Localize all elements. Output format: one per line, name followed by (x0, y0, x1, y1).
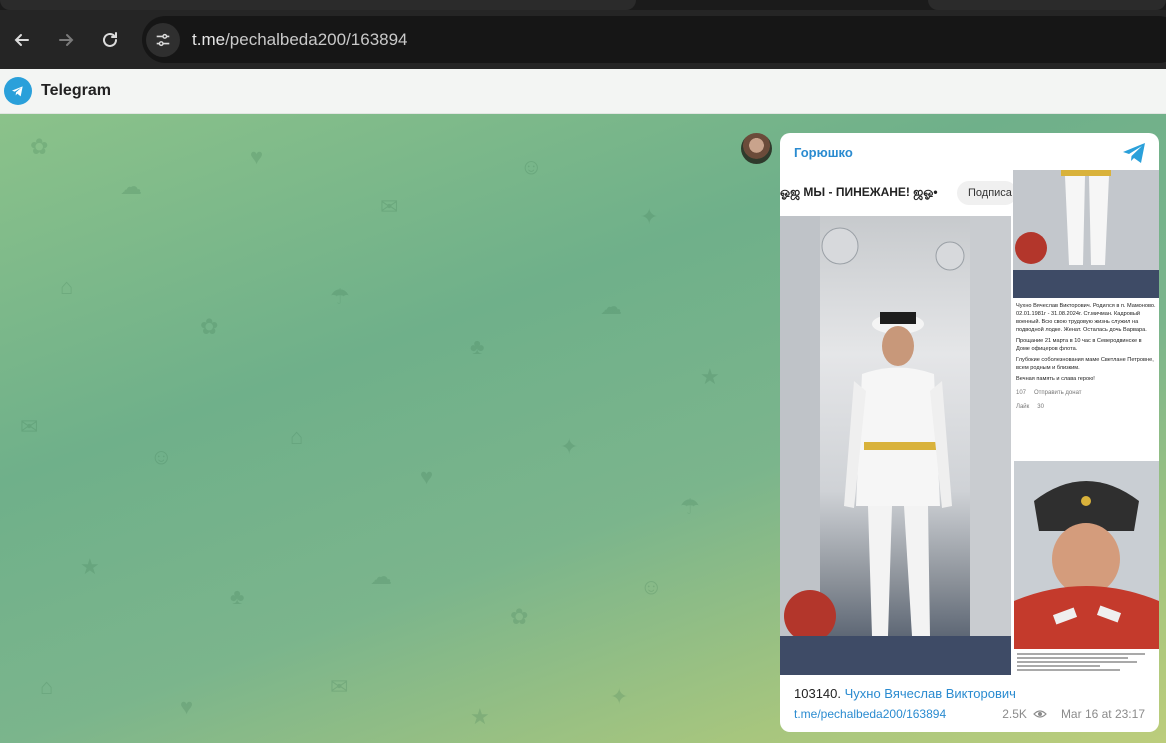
doc-actions-2: Лайк 30 (1016, 403, 1156, 411)
doodle-icon: ✉ (330, 674, 349, 699)
active-tab[interactable] (0, 0, 636, 10)
subscribe-button: Подписа (957, 181, 1017, 205)
doodle-icon: ★ (470, 704, 490, 729)
source-title: ஓஜ МЫ - ПИНЕЖАНЕ! ஜஓ• (780, 185, 938, 199)
doodle-icon: ⌂ (40, 674, 54, 699)
doodle-icon: ★ (80, 554, 100, 579)
obituary-text: Чухно Вячеслав Викторович. Родился в п. … (1013, 298, 1159, 458)
main-photo (780, 216, 1011, 675)
doodle-icon: ☺ (520, 154, 543, 179)
url-path: /pechalbeda200/163894 (225, 29, 408, 49)
post-card: Горюшко ஓஜ МЫ - ПИНЕЖАНЕ! ஜஓ• Подписа Чу… (780, 133, 1159, 732)
doodle-icon: ⌂ (60, 274, 74, 299)
doc-actions: 107 Отправить донат (1016, 389, 1156, 397)
caption-number: 103140. (794, 686, 841, 701)
doodle-icon: ✉ (20, 414, 39, 439)
post-author[interactable]: Горюшко (794, 145, 853, 160)
right-top-photo (1013, 170, 1159, 298)
doodle-icon: ✦ (610, 684, 629, 709)
doodle-icon: ♣ (470, 334, 485, 359)
reload-button[interactable] (88, 18, 132, 62)
doodle-icon: ☁ (600, 294, 622, 319)
portrait-caption-lines (1014, 651, 1159, 675)
post-caption: 103140. Чухно Вячеслав Викторович (794, 686, 1016, 701)
post-link[interactable]: t.me/pechalbeda200/163894 (794, 707, 946, 721)
tab-strip (0, 0, 1166, 10)
post-date[interactable]: Mar 16 at 23:17 (1061, 707, 1145, 721)
arrow-left-icon (14, 33, 29, 46)
right-bottom-photo (1014, 461, 1159, 649)
doc-send-donation: Отправить донат (1034, 390, 1082, 396)
doc-paragraph: Глубокие соболезнования маме Светлане Пе… (1016, 357, 1154, 371)
arrow-right-icon (59, 33, 74, 46)
post-footer: t.me/pechalbeda200/163894 2.5K Mar 16 at… (794, 707, 1145, 721)
caption-name-link[interactable]: Чухно Вячеслав Викторович (845, 686, 1016, 701)
doodle-icon: ✉ (380, 194, 399, 219)
browser-toolbar: t.me/pechalbeda200/163894 (0, 10, 1166, 69)
telegram-logo-icon[interactable] (4, 77, 32, 105)
tune-icon (156, 33, 170, 46)
forward-button[interactable] (44, 18, 88, 62)
doodle-icon: ✦ (640, 204, 659, 229)
app-title[interactable]: Telegram (41, 82, 111, 100)
doodle-icon: ☺ (640, 574, 663, 599)
url-host: t.me (192, 29, 226, 49)
doodle-icon: ✿ (30, 134, 49, 159)
doodle-icon: ☁ (120, 174, 142, 199)
back-button[interactable] (0, 18, 44, 62)
eye-icon (1033, 710, 1047, 718)
doodle-icon: ♥ (420, 464, 434, 489)
doodle-icon: ☺ (150, 444, 173, 469)
doodle-icon: ☂ (330, 284, 350, 309)
channel-avatar[interactable] (741, 133, 772, 164)
doodle-icon: ☁ (370, 564, 392, 589)
doc-paragraph: Чухно Вячеслав Викторович. Родился в п. … (1016, 303, 1156, 333)
post-meta: 2.5K Mar 16 at 23:17 (1002, 707, 1145, 721)
view-count: 2.5K (1002, 707, 1027, 721)
doodle-icon: ★ (700, 364, 720, 389)
post-media[interactable]: ஓஜ МЫ - ПИНЕЖАНЕ! ஜஓ• Подписа Чухно Вяче… (780, 170, 1159, 675)
site-info-button[interactable] (146, 22, 180, 57)
doodle-icon: ⌂ (290, 424, 304, 449)
doc-like: Лайк (1016, 404, 1030, 410)
officer-figure-image (780, 216, 1011, 675)
doodle-icon: ♥ (250, 144, 264, 169)
telegram-header: Telegram (0, 69, 1166, 114)
doodle-icon: ☂ (680, 494, 700, 519)
doodle-icon: ✦ (560, 434, 579, 459)
doodle-icon: ♥ (180, 694, 194, 719)
doc-share-count: 30 (1037, 404, 1044, 410)
reload-icon (103, 31, 117, 47)
doc-reactions: 107 (1016, 390, 1027, 396)
inactive-tab[interactable] (928, 0, 1166, 10)
url-text[interactable]: t.me/pechalbeda200/163894 (192, 30, 408, 50)
address-bar[interactable]: t.me/pechalbeda200/163894 (142, 16, 1166, 63)
uniform-legs-image (1013, 170, 1159, 298)
doodle-icon: ♣ (230, 584, 245, 609)
doodle-icon: ✿ (200, 314, 219, 339)
telegram-share-icon[interactable] (1121, 141, 1147, 165)
doc-paragraph: Вечная память и слава герою! (1016, 376, 1095, 382)
doodle-icon: ✿ (510, 604, 529, 629)
doc-paragraph: Прощание 21 марта в 10 час в Северодвинс… (1016, 338, 1142, 352)
portrait-image (1014, 461, 1159, 649)
